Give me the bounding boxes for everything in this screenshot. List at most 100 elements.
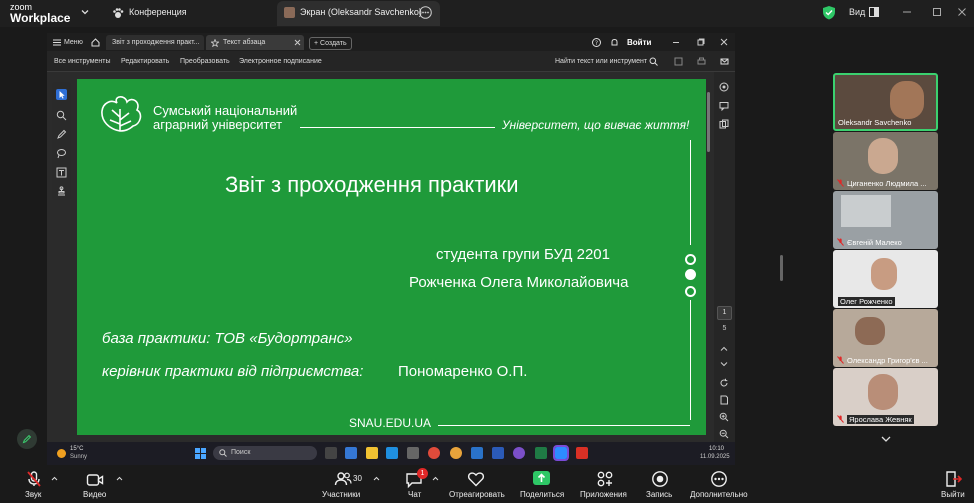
save-page-icon[interactable] (719, 395, 729, 405)
university-logo (101, 96, 142, 132)
video-camera-icon[interactable] (86, 471, 104, 489)
zoom-out-icon[interactable] (719, 429, 729, 439)
e-sign-button[interactable]: Электронное подписание (239, 58, 322, 65)
participants-caret-icon[interactable] (373, 476, 380, 481)
participant-tile[interactable]: Ярослава Жевняк (833, 368, 938, 426)
pdf-scrollbar[interactable] (707, 92, 710, 152)
record-button-label[interactable]: Запись (646, 490, 672, 499)
leave-button-label[interactable]: Выйти (941, 490, 965, 499)
annotate-button[interactable] (17, 429, 37, 449)
pdf-menu-button[interactable]: Меню (64, 39, 83, 46)
refresh-icon[interactable] (719, 378, 729, 388)
save-icon[interactable] (674, 57, 683, 66)
star-icon[interactable] (211, 39, 219, 47)
more-options-icon[interactable] (419, 6, 432, 19)
app-icon[interactable] (407, 447, 419, 459)
create-tab-button[interactable]: + Создать (309, 37, 352, 50)
conference-tab[interactable]: Конференция (129, 7, 187, 17)
supervisor-label: керівник практики від підприємства: (102, 363, 364, 380)
stamp-icon[interactable] (56, 186, 67, 197)
participant-tile[interactable]: Олег Рожченко (833, 250, 938, 308)
participant-tile[interactable]: Oleksandr Savchenko (833, 73, 938, 131)
share-button-label[interactable]: Поделиться (520, 490, 564, 499)
video-button-label[interactable]: Видео (83, 490, 106, 499)
react-button-label[interactable]: Отреагировать (449, 490, 505, 499)
taskbar-search[interactable] (213, 446, 317, 460)
edge-icon[interactable] (345, 447, 357, 459)
task-view-icon[interactable] (325, 447, 337, 459)
grid-view-icon[interactable] (869, 7, 879, 17)
audio-options-caret-icon[interactable] (51, 476, 58, 481)
page-down-icon[interactable] (719, 359, 729, 369)
print-icon[interactable] (697, 57, 706, 66)
more-button-label[interactable]: Дополнительно (690, 490, 748, 499)
close-icon[interactable] (955, 5, 969, 19)
chat-button-label[interactable]: Чат (408, 490, 421, 499)
pdf-restore-icon[interactable] (697, 38, 705, 46)
participant-name: Циганенко Людмила ... (847, 179, 927, 188)
hamburger-menu-icon[interactable] (53, 39, 61, 46)
participants-icon[interactable] (334, 470, 352, 488)
find-tool-label[interactable]: Найти текст или инструмент (555, 58, 647, 65)
pdf-minimize-icon[interactable] (672, 39, 680, 46)
lasso-icon[interactable] (56, 148, 67, 159)
file-explorer-icon[interactable] (366, 447, 378, 459)
view-button[interactable]: Вид (849, 7, 865, 17)
apps-icon[interactable] (596, 470, 614, 488)
ai-assistant-icon[interactable] (719, 82, 729, 92)
edit-button[interactable]: Редактировать (121, 58, 169, 65)
participants-button-label[interactable]: Участники (322, 490, 360, 499)
zoom-tool-icon[interactable] (56, 110, 67, 121)
chat-caret-icon[interactable] (432, 476, 439, 481)
more-options-icon[interactable] (710, 470, 728, 488)
participant-tile[interactable]: Євгеній Малеко (833, 191, 938, 249)
apps-button-label[interactable]: Приложения (580, 490, 627, 499)
cursor-icon[interactable] (56, 89, 67, 100)
encryption-shield-icon[interactable] (822, 5, 836, 20)
chrome-profile-icon[interactable] (450, 447, 462, 459)
minimize-icon[interactable] (900, 5, 914, 19)
viber-icon[interactable] (513, 447, 525, 459)
chrome-icon[interactable] (428, 447, 440, 459)
participant-tile[interactable]: Циганенко Людмила ... (833, 132, 938, 190)
all-tools-button[interactable]: Все инструменты (54, 58, 111, 65)
help-icon[interactable]: ? (592, 38, 601, 47)
report-title: Звіт з проходження практики (225, 172, 519, 197)
outlook-icon[interactable] (471, 447, 483, 459)
copy-pages-icon[interactable] (719, 119, 729, 129)
sign-in-button[interactable]: Войти (627, 38, 651, 47)
stage-splitter-handle[interactable] (780, 255, 783, 281)
acrobat-icon[interactable] (576, 447, 588, 459)
page-up-icon[interactable] (719, 344, 729, 354)
tab-close-icon[interactable] (294, 39, 301, 46)
excel-icon[interactable] (535, 447, 547, 459)
participant-video (868, 138, 898, 174)
text-box-icon[interactable] (56, 167, 67, 178)
maximize-icon[interactable] (930, 5, 944, 19)
word-icon[interactable] (492, 447, 504, 459)
home-icon[interactable] (91, 38, 100, 47)
search-icon[interactable] (649, 57, 658, 66)
pdf-close-icon[interactable] (720, 38, 728, 46)
windows-start-icon[interactable] (195, 448, 206, 459)
chevron-down-icon[interactable] (80, 7, 90, 17)
muted-mic-icon[interactable] (25, 470, 43, 488)
chevron-down-icon[interactable] (880, 434, 892, 444)
comment-icon[interactable] (719, 101, 729, 111)
video-options-caret-icon[interactable] (116, 476, 123, 481)
leave-icon[interactable] (944, 470, 962, 488)
current-page-input[interactable]: 1 (717, 306, 732, 320)
zoom-app-icon[interactable] (553, 445, 569, 461)
zoom-in-icon[interactable] (719, 412, 729, 422)
audio-button-label[interactable]: Звук (25, 490, 41, 499)
notifications-bell-icon[interactable] (610, 38, 619, 47)
convert-button[interactable]: Преобразовать (180, 58, 230, 65)
share-screen-button[interactable] (533, 471, 550, 485)
record-icon[interactable] (651, 470, 669, 488)
store-icon[interactable] (386, 447, 398, 459)
site-divider (438, 425, 690, 426)
pen-tool-icon[interactable] (56, 129, 67, 140)
participant-tile[interactable]: Олександр Григор'єв ... (833, 309, 938, 367)
react-heart-icon[interactable] (467, 470, 485, 488)
mail-icon[interactable] (720, 57, 729, 66)
